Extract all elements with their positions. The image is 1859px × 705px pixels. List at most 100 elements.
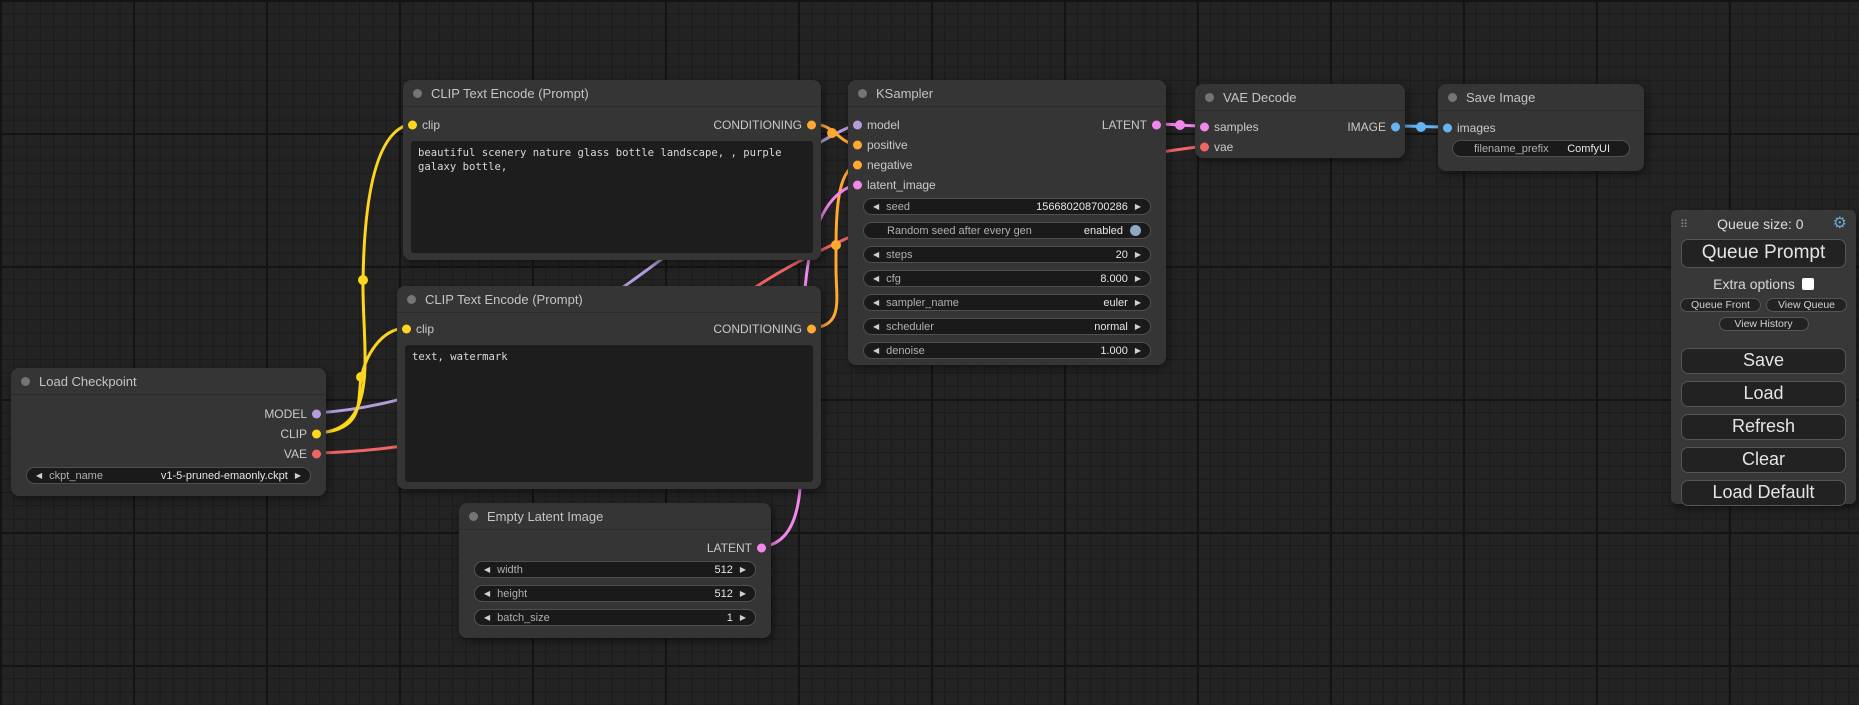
node-empty-latent-image[interactable]: Empty Latent Image LATENT ◀ width 512 ▶ … [459,503,771,638]
widget-value: 1 [727,612,733,624]
increment-arrow-icon[interactable]: ▶ [740,566,746,574]
node-title-bar[interactable]: CLIP Text Encode (Prompt) [397,286,821,313]
node-title-bar[interactable]: Save Image [1438,84,1644,111]
input-slot-latent-image[interactable] [853,181,862,190]
settings-gear-icon[interactable]: ⚙ [1833,216,1847,232]
collapse-dot-icon[interactable] [407,295,416,304]
random-seed-toggle-widget[interactable]: Random seed after every gen enabled [863,222,1151,239]
node-save-image[interactable]: Save Image images filename_prefix ComfyU… [1438,84,1644,171]
output-slot-latent[interactable] [757,544,766,553]
input-label-model: model [867,118,900,132]
input-slot-clip[interactable] [408,121,417,130]
decrement-arrow-icon[interactable]: ◀ [873,275,879,283]
collapse-dot-icon[interactable] [21,377,30,386]
seed-widget[interactable]: ◀ seed 156680208700286 ▶ [863,198,1151,215]
increment-arrow-icon[interactable]: ▶ [740,614,746,622]
prompt-text-input[interactable]: beautiful scenery nature glass bottle la… [411,141,813,253]
queue-front-button[interactable]: Queue Front [1680,298,1761,312]
collapse-dot-icon[interactable] [1205,93,1214,102]
scheduler-widget[interactable]: ◀ scheduler normal ▶ [863,318,1151,335]
link-midpoint-dot [358,275,368,285]
input-slot-clip[interactable] [402,325,411,334]
output-slot-conditioning[interactable] [807,121,816,130]
increment-arrow-icon[interactable]: ▶ [1135,299,1141,307]
input-slot-negative[interactable] [853,161,862,170]
prompt-text-input[interactable]: text, watermark [405,345,813,482]
toggle-enabled-icon[interactable] [1130,225,1141,236]
node-ksampler[interactable]: KSampler model LATENT positive negative … [848,80,1166,365]
collapse-dot-icon[interactable] [413,89,422,98]
collapse-dot-icon[interactable] [858,89,867,98]
node-title-bar[interactable]: Empty Latent Image [459,503,771,530]
increment-arrow-icon[interactable]: ▶ [295,472,301,480]
input-slot-model[interactable] [853,121,862,130]
clear-button[interactable]: Clear [1681,447,1846,473]
widget-label: cfg [886,273,901,285]
batch-size-widget[interactable]: ◀ batch_size 1 ▶ [474,609,756,626]
node-clip-text-encode-negative[interactable]: CLIP Text Encode (Prompt) clip CONDITION… [397,286,821,489]
save-button[interactable]: Save [1681,348,1846,374]
increment-arrow-icon[interactable]: ▶ [740,590,746,598]
load-default-button[interactable]: Load Default [1681,480,1846,506]
widget-value: 512 [714,588,732,600]
node-title: KSampler [876,86,933,101]
output-slot-clip[interactable] [312,430,321,439]
node-title-bar[interactable]: Load Checkpoint [11,368,326,395]
node-clip-text-encode-positive[interactable]: CLIP Text Encode (Prompt) clip CONDITION… [403,80,821,260]
queue-prompt-button[interactable]: Queue Prompt [1681,239,1846,268]
collapse-dot-icon[interactable] [1448,93,1457,102]
decrement-arrow-icon[interactable]: ◀ [873,323,879,331]
denoise-widget[interactable]: ◀ denoise 1.000 ▶ [863,342,1151,359]
widget-value: enabled [1084,225,1123,237]
drag-handle-icon[interactable]: ⠿ [1680,218,1688,231]
increment-arrow-icon[interactable]: ▶ [1135,251,1141,259]
view-queue-button[interactable]: View Queue [1766,298,1847,312]
node-load-checkpoint[interactable]: Load Checkpoint MODEL CLIP VAE ◀ ckpt_na… [11,368,326,496]
input-slot-samples[interactable] [1200,123,1209,132]
width-widget[interactable]: ◀ width 512 ▶ [474,561,756,578]
slot-row: vae [1195,137,1405,157]
widget-label: scheduler [886,321,934,333]
decrement-arrow-icon[interactable]: ◀ [484,590,490,598]
output-slot-vae[interactable] [312,450,321,459]
widget-label: height [497,588,527,600]
output-label-latent: LATENT [707,541,752,555]
refresh-button[interactable]: Refresh [1681,414,1846,440]
decrement-arrow-icon[interactable]: ◀ [873,203,879,211]
decrement-arrow-icon[interactable]: ◀ [484,614,490,622]
extra-options-checkbox[interactable] [1802,278,1814,290]
view-history-button[interactable]: View History [1719,317,1809,331]
node-graph-canvas[interactable]: Load Checkpoint MODEL CLIP VAE ◀ ckpt_na… [0,0,1859,705]
input-label-positive: positive [867,138,908,152]
filename-prefix-widget[interactable]: filename_prefix ComfyUI [1452,140,1630,157]
output-slot-latent[interactable] [1152,121,1161,130]
increment-arrow-icon[interactable]: ▶ [1135,275,1141,283]
increment-arrow-icon[interactable]: ▶ [1135,347,1141,355]
height-widget[interactable]: ◀ height 512 ▶ [474,585,756,602]
node-title-bar[interactable]: VAE Decode [1195,84,1405,111]
input-slot-images[interactable] [1443,124,1452,133]
input-slot-positive[interactable] [853,141,862,150]
steps-widget[interactable]: ◀ steps 20 ▶ [863,246,1151,263]
input-slot-vae[interactable] [1200,143,1209,152]
cfg-widget[interactable]: ◀ cfg 8.000 ▶ [863,270,1151,287]
sampler-name-widget[interactable]: ◀ sampler_name euler ▶ [863,294,1151,311]
output-slot-conditioning[interactable] [807,325,816,334]
load-button[interactable]: Load [1681,381,1846,407]
output-slot-image[interactable] [1391,123,1400,132]
ckpt-name-widget[interactable]: ◀ ckpt_name v1-5-pruned-emaonly.ckpt ▶ [26,467,311,484]
node-vae-decode[interactable]: VAE Decode samples IMAGE vae [1195,84,1405,158]
slot-row: negative [848,155,1166,175]
decrement-arrow-icon[interactable]: ◀ [873,347,879,355]
decrement-arrow-icon[interactable]: ◀ [484,566,490,574]
node-title-bar[interactable]: KSampler [848,80,1166,107]
decrement-arrow-icon[interactable]: ◀ [873,299,879,307]
node-title-bar[interactable]: CLIP Text Encode (Prompt) [403,80,821,107]
widget-value: 512 [714,564,732,576]
collapse-dot-icon[interactable] [469,512,478,521]
decrement-arrow-icon[interactable]: ◀ [873,251,879,259]
increment-arrow-icon[interactable]: ▶ [1135,323,1141,331]
output-slot-model[interactable] [312,410,321,419]
decrement-arrow-icon[interactable]: ◀ [36,472,42,480]
increment-arrow-icon[interactable]: ▶ [1135,203,1141,211]
